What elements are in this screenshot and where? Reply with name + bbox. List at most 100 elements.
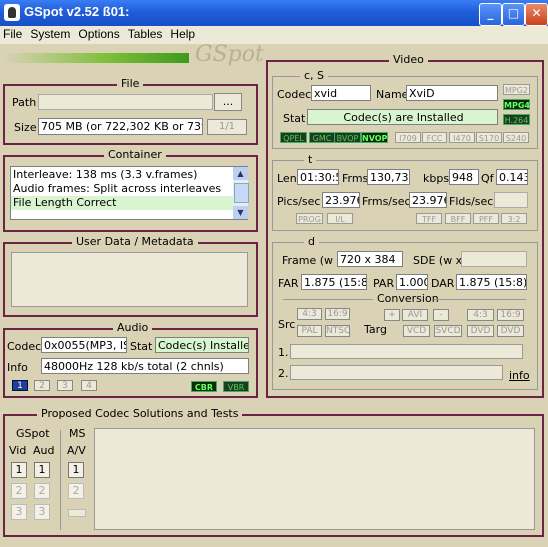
gspot-aud-2-button[interactable]: 2 — [34, 483, 50, 499]
gspot-aud-1-button[interactable]: 1 — [34, 462, 50, 478]
tff-badge: TFF — [416, 213, 442, 224]
src-pal-button[interactable]: PAL — [297, 325, 322, 337]
gspot-vid-3-button[interactable]: 3 — [11, 504, 27, 520]
audio-track-1[interactable]: 1 — [12, 380, 28, 391]
path-field[interactable] — [38, 94, 213, 110]
pics-label: Pics/sec — [277, 195, 321, 208]
video-dimension-group-title: d — [304, 235, 319, 248]
menu-system[interactable]: System — [27, 26, 75, 41]
vbr-badge: VBR — [223, 381, 249, 392]
audio-track-4[interactable]: 4 — [81, 380, 97, 391]
ms-av-extra-button[interactable] — [68, 509, 86, 517]
container-line: Interleave: 138 ms (3.3 v.frames) — [13, 168, 198, 181]
dar-label: DAR — [431, 277, 455, 290]
mpg4-badge: MPG4 — [503, 99, 530, 110]
frame-label: Frame (w x — [282, 254, 344, 267]
container-listbox[interactable]: Interleave: 138 ms (3.3 v.frames) Audio … — [10, 166, 249, 220]
video-stat-label: Stat — [283, 112, 306, 125]
userdata-panel-title: User Data / Metadata — [72, 235, 198, 248]
path-label: Path — [12, 96, 37, 109]
qf-field: 0.143 — [496, 169, 528, 185]
scroll-thumb[interactable] — [234, 183, 249, 203]
dar-field: 1.875 (15:8) — [456, 274, 527, 290]
menu-options[interactable]: Options — [75, 26, 124, 41]
fcc-badge: FCC — [422, 132, 447, 143]
frame-field: 720 x 384 — [337, 251, 403, 267]
conversion-divider-right — [434, 299, 526, 300]
targ-label: Targ — [364, 323, 387, 336]
menu-help[interactable]: Help — [167, 26, 200, 41]
audio-track-3[interactable]: 3 — [57, 380, 73, 391]
audio-codec-label: Codec — [7, 340, 42, 353]
frms-label: Frms — [342, 172, 369, 185]
title-bar: GSpot v2.52 ß01: _ □ ✕ — [0, 0, 548, 26]
targ-vcd-button[interactable]: VCD — [403, 325, 430, 337]
gspot-vid-2-button[interactable]: 2 — [11, 483, 27, 499]
maximize-button[interactable]: □ — [502, 3, 525, 26]
audio-info-field: 48000Hz 128 kb/s total (2 chnls) — [41, 358, 249, 374]
audio-info-label: Info — [7, 361, 28, 374]
prog-badge: PROG — [296, 213, 323, 224]
scroll-up-icon[interactable]: ▲ — [233, 167, 248, 180]
container-scrollbar[interactable]: ▲ ▼ — [233, 167, 249, 219]
len-field: 01:30:5 — [297, 169, 339, 185]
video-codec-group-title: c, S — [300, 69, 329, 82]
pff-badge: PFF — [473, 213, 499, 224]
targ-avi-button[interactable]: AVI — [402, 309, 428, 321]
minimize-button[interactable]: _ — [479, 3, 502, 26]
targ-43-button[interactable]: 4:3 — [467, 309, 494, 321]
menu-file[interactable]: File — [0, 26, 27, 41]
far-label: FAR — [278, 277, 299, 290]
src-169-button[interactable]: 16:9 — [325, 308, 350, 320]
i709-badge: I709 — [395, 132, 421, 143]
kbps-field: 948 — [449, 169, 479, 185]
ms-av-1-button[interactable]: 1 — [68, 462, 84, 478]
frms-field: 130,738 — [367, 169, 410, 185]
pics-field: 23.976 — [322, 192, 360, 208]
video-name-label: Name — [376, 88, 409, 101]
len-label: Len — [277, 172, 297, 185]
targ-minus-button[interactable]: - — [433, 309, 449, 321]
flds-label: Flds/sec — [449, 195, 494, 208]
conversion-row-1 — [290, 344, 523, 359]
progress-bar — [4, 53, 189, 63]
vid-column-label: Vid — [9, 444, 27, 457]
bff-badge: BFF — [445, 213, 471, 224]
ms-av-2-button[interactable]: 2 — [68, 483, 84, 499]
close-button[interactable]: ✕ — [525, 3, 548, 26]
gspot-aud-3-button[interactable]: 3 — [34, 504, 50, 520]
file-page-indicator: 1/1 — [207, 119, 247, 135]
i470-badge: I470 — [449, 132, 475, 143]
pulldown-badge: 3:2 — [501, 213, 527, 224]
src-ntsc-button[interactable]: NTSC — [325, 325, 350, 337]
sde-field — [461, 251, 527, 267]
scroll-down-icon[interactable]: ▼ — [233, 206, 248, 219]
audio-panel-title: Audio — [113, 321, 153, 334]
cbr-badge: CBR — [191, 381, 217, 392]
targ-svcd-button[interactable]: SVCD — [434, 325, 462, 337]
targ-plus-button[interactable]: + — [384, 309, 400, 321]
targ-dvd-button-2[interactable]: DVD — [497, 325, 524, 337]
qpel-badge: QPEL — [280, 132, 307, 143]
s170-badge: S170 — [476, 132, 502, 143]
src-43-button[interactable]: 4:3 — [297, 308, 322, 320]
browse-button[interactable]: ... — [214, 93, 242, 111]
aud-column-label: Aud — [33, 444, 55, 457]
qf-label: Qf — [481, 172, 494, 185]
app-icon — [4, 4, 20, 21]
targ-dvd-button[interactable]: DVD — [467, 325, 494, 337]
audio-track-2[interactable]: 2 — [34, 380, 50, 391]
conversion-row-1-label: 1. — [278, 346, 289, 359]
file-panel-title: File — [117, 77, 144, 90]
menu-tables[interactable]: Tables — [125, 26, 168, 41]
proposed-panel-title: Proposed Codec Solutions and Tests — [37, 407, 243, 420]
flds-field — [494, 192, 528, 208]
targ-169-button[interactable]: 16:9 — [497, 309, 524, 321]
s240-badge: S240 — [503, 132, 529, 143]
info-link[interactable]: info — [509, 369, 530, 382]
container-panel-title: Container — [104, 148, 166, 161]
ms-column-label: MS — [69, 427, 86, 440]
frmssec-label: Frms/sec — [362, 195, 411, 208]
gspot-vid-1-button[interactable]: 1 — [11, 462, 27, 478]
video-name-field: XviD — [406, 85, 498, 101]
